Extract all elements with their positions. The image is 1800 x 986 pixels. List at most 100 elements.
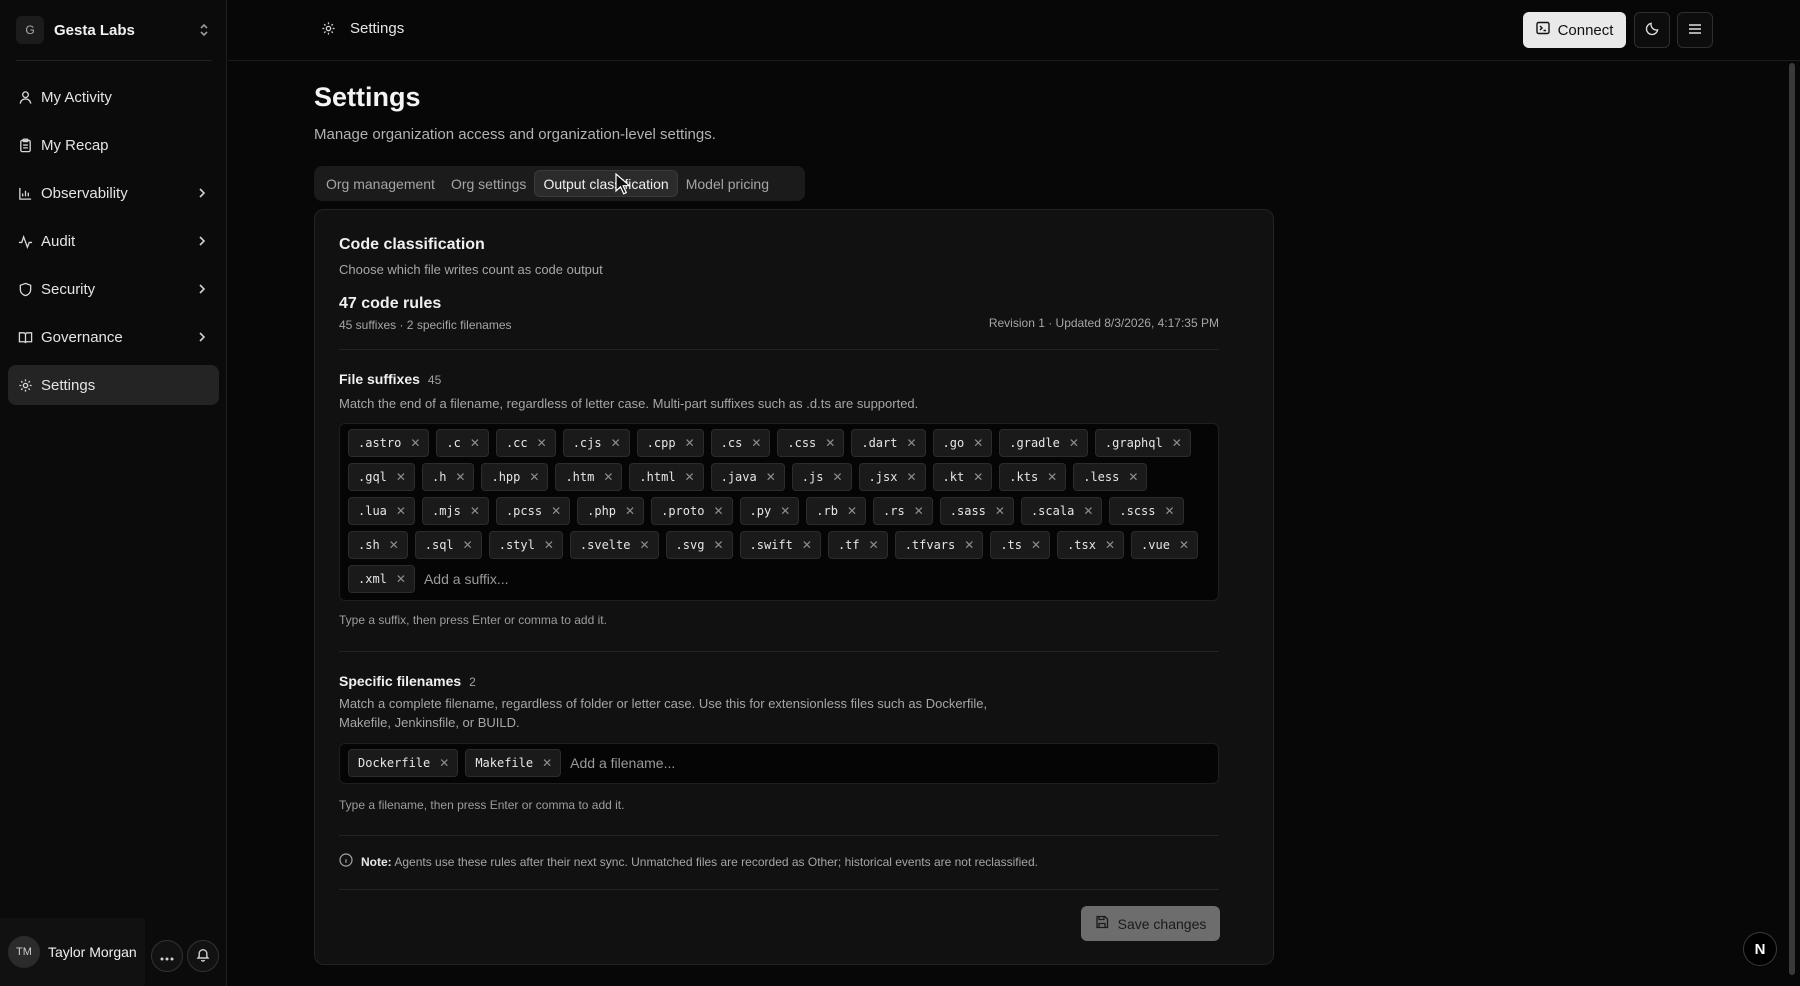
tab-org-management[interactable]: Org management [318, 170, 443, 197]
remove-chip-icon[interactable]: ✕ [780, 504, 790, 518]
remove-chip-icon[interactable]: ✕ [1165, 504, 1175, 518]
remove-chip-icon[interactable]: ✕ [389, 538, 399, 552]
remove-chip-icon[interactable]: ✕ [713, 538, 723, 552]
chip: .lua ✕ [348, 497, 415, 525]
sidebar-item-audit[interactable]: Audit [8, 221, 219, 261]
chip: .c ✕ [436, 429, 489, 457]
file-suffixes-description: Match the end of a filename, regardless … [339, 396, 919, 411]
remove-chip-icon[interactable]: ✕ [1047, 470, 1057, 484]
chip-label: .scala [1030, 504, 1075, 518]
remove-chip-icon[interactable]: ✕ [766, 470, 776, 484]
connect-button[interactable]: Connect [1523, 12, 1626, 48]
remove-chip-icon[interactable]: ✕ [832, 470, 842, 484]
remove-chip-icon[interactable]: ✕ [625, 504, 635, 518]
remove-chip-icon[interactable]: ✕ [463, 538, 473, 552]
remove-chip-icon[interactable]: ✕ [1083, 504, 1093, 518]
remove-chip-icon[interactable]: ✕ [964, 538, 974, 552]
notifications-button[interactable] [187, 940, 219, 972]
sidebar-item-observability[interactable]: Observability [8, 173, 219, 213]
chip: .rs ✕ [873, 497, 933, 525]
specific-filenames-heading: Specific filenames 2 [339, 673, 476, 689]
remove-chip-icon[interactable]: ✕ [551, 504, 561, 518]
chip-label: .c [446, 436, 461, 450]
remove-chip-icon[interactable]: ✕ [869, 538, 879, 552]
sidebar-item-my-activity[interactable]: My Activity [8, 77, 219, 117]
chip: .svg ✕ [665, 531, 733, 559]
user-name: Taylor Morgan [48, 944, 137, 960]
remove-chip-icon[interactable]: ✕ [470, 436, 480, 450]
remove-chip-icon[interactable]: ✕ [455, 470, 465, 484]
remove-chip-icon[interactable]: ✕ [1128, 470, 1138, 484]
remove-chip-icon[interactable]: ✕ [825, 436, 835, 450]
remove-chip-icon[interactable]: ✕ [1179, 538, 1189, 552]
filename-input[interactable] [568, 749, 729, 777]
remove-chip-icon[interactable]: ✕ [439, 756, 449, 770]
remove-chip-icon[interactable]: ✕ [751, 436, 761, 450]
remove-chip-icon[interactable]: ✕ [396, 470, 406, 484]
chip: .cjs ✕ [562, 429, 630, 457]
remove-chip-icon[interactable]: ✕ [1105, 538, 1115, 552]
chip: .proto ✕ [651, 497, 733, 525]
remove-chip-icon[interactable]: ✕ [1172, 436, 1182, 450]
specific-filenames-description: Match a complete filename, regardless of… [339, 694, 1039, 732]
chip: .kts ✕ [999, 463, 1067, 491]
terminal-icon [1535, 21, 1550, 39]
sidebar-item-my-recap[interactable]: My Recap [8, 125, 219, 165]
suffix-chip-input[interactable]: .astro ✕ .c ✕ .cc ✕ .cjs ✕ .cpp ✕ .cs ✕ .css ✕ .dart ✕.… [339, 423, 1219, 601]
chip: .sql ✕ [414, 531, 482, 559]
menu-button[interactable] [1677, 12, 1713, 48]
remove-chip-icon[interactable]: ✕ [611, 436, 621, 450]
org-switcher[interactable]: G Gesta Labs [16, 14, 212, 46]
scrollbar[interactable] [1789, 63, 1795, 975]
remove-chip-icon[interactable]: ✕ [973, 470, 983, 484]
sidebar-item-security[interactable]: Security [8, 269, 219, 309]
remove-chip-icon[interactable]: ✕ [544, 538, 554, 552]
remove-chip-icon[interactable]: ✕ [410, 436, 420, 450]
remove-chip-icon[interactable]: ✕ [685, 436, 695, 450]
next-badge[interactable]: N [1743, 932, 1777, 966]
remove-chip-icon[interactable]: ✕ [713, 504, 723, 518]
remove-chip-icon[interactable]: ✕ [396, 572, 406, 586]
tab-model-pricing[interactable]: Model pricing [678, 170, 777, 197]
remove-chip-icon[interactable]: ✕ [847, 504, 857, 518]
remove-chip-icon[interactable]: ✕ [396, 504, 406, 518]
remove-chip-icon[interactable]: ✕ [470, 504, 480, 518]
remove-chip-icon[interactable]: ✕ [973, 436, 983, 450]
card-title: Code classification [339, 236, 485, 253]
sidebar-item-governance[interactable]: Governance [8, 317, 219, 357]
remove-chip-icon[interactable]: ✕ [914, 504, 924, 518]
remove-chip-icon[interactable]: ✕ [995, 504, 1005, 518]
user-icon [17, 89, 33, 105]
save-changes-button[interactable]: Save changes [1081, 906, 1220, 941]
tab-output-classification[interactable]: Output classification [534, 170, 678, 197]
suffix-input[interactable] [421, 565, 582, 593]
remove-chip-icon[interactable]: ✕ [906, 470, 916, 484]
user-menu[interactable]: TM Taylor Morgan [0, 918, 145, 986]
sidebar-nav: My Activity My Recap Observability Audit… [8, 77, 219, 413]
chip: Dockerfile ✕ [348, 749, 459, 777]
remove-chip-icon[interactable]: ✕ [603, 470, 613, 484]
remove-chip-icon[interactable]: ✕ [802, 538, 812, 552]
remove-chip-icon[interactable]: ✕ [1031, 538, 1041, 552]
remove-chip-icon[interactable]: ✕ [529, 470, 539, 484]
remove-chip-icon[interactable]: ✕ [639, 538, 649, 552]
chip-label: .tfvars [904, 538, 956, 552]
remove-chip-icon[interactable]: ✕ [537, 436, 547, 450]
description-line: Match a complete filename, regardless of… [339, 696, 988, 711]
chip-label: .ts [1000, 538, 1023, 552]
more-button[interactable] [151, 940, 183, 972]
chip: .css ✕ [777, 429, 845, 457]
remove-chip-icon[interactable]: ✕ [542, 756, 552, 770]
chip-label: Makefile [475, 756, 534, 770]
filename-chip-input[interactable]: Dockerfile ✕ Makefile ✕ [339, 743, 1219, 784]
theme-toggle-button[interactable] [1634, 12, 1670, 48]
tab-org-settings[interactable]: Org settings [443, 170, 534, 197]
chip-label: .html [639, 470, 676, 484]
divider [16, 60, 212, 61]
chip: Makefile ✕ [465, 749, 562, 777]
remove-chip-icon[interactable]: ✕ [685, 470, 695, 484]
rules-breakdown: 45 suffixes · 2 specific filenames [339, 318, 512, 332]
remove-chip-icon[interactable]: ✕ [906, 436, 916, 450]
sidebar-item-settings[interactable]: Settings [8, 365, 219, 405]
remove-chip-icon[interactable]: ✕ [1069, 436, 1079, 450]
